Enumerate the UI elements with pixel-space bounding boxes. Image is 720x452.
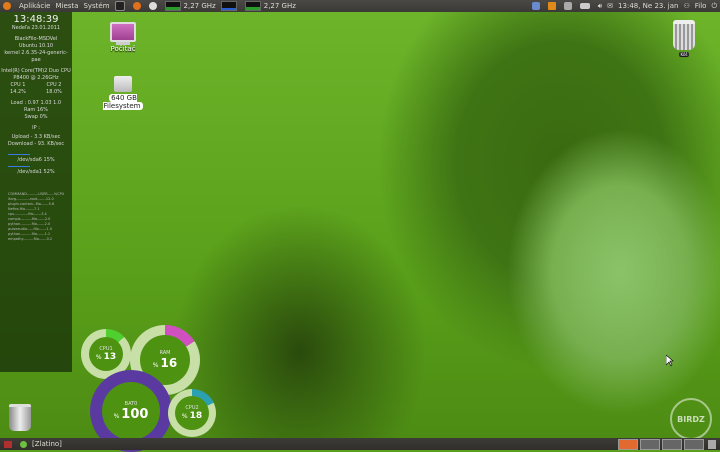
filesystem-desktop-icon[interactable]: 640 GB Filesystem: [90, 76, 156, 110]
menu-applications[interactable]: Aplikácie: [19, 2, 50, 10]
vlc-icon[interactable]: [547, 2, 559, 10]
cpu-freq-2[interactable]: 2,27 GHz: [244, 1, 296, 11]
battery-icon[interactable]: [579, 3, 593, 9]
conky-cpu1-label: CPU 1: [10, 82, 26, 88]
taskbar-window-button[interactable]: [Zlatino]: [32, 440, 62, 448]
window-app-icon: [20, 440, 27, 448]
ubuntu-logo-icon[interactable]: [3, 2, 14, 10]
conky-ram: Ram 16%: [23, 107, 48, 113]
filesystem-label: 640 GB Filesystem: [103, 94, 143, 110]
conky-cpu-model2: P8400 @ 2.26GHz: [13, 75, 59, 81]
trash-label: Kôš: [678, 52, 690, 57]
workspace-3[interactable]: [662, 438, 682, 450]
trash-applet-icon[interactable]: [708, 439, 716, 449]
conky-cpu1-value: 14.2%: [10, 89, 26, 95]
cpu-freq-1-label: 2,27 GHz: [183, 2, 216, 10]
trash-desktop-icon[interactable]: Kôš: [668, 20, 700, 58]
bottom-panel: [Zlatino]: [0, 438, 720, 450]
firefox-launcher-icon[interactable]: [132, 2, 144, 10]
panel-clock[interactable]: 13:48, Ne 23. jan: [618, 2, 678, 10]
conky-swap: Swap 0%: [24, 114, 48, 120]
user-icon: ⚇: [683, 2, 690, 10]
cpu2-ring: CPU2 % 18: [168, 389, 216, 437]
cpu-graph-icon: [244, 1, 261, 11]
conky-panel: 13:48:39 Nedeľa 23.01.2011 BlackFilo-MSD…: [0, 12, 72, 372]
mouse-cursor-icon: [665, 354, 674, 369]
trash-full-icon: [673, 20, 695, 50]
conky-disk2: /dev/sda1 52%: [17, 169, 55, 175]
battery-ring-value: 100: [121, 406, 149, 422]
cpu2-ring-value: 18: [189, 411, 203, 421]
computer-desktop-icon[interactable]: Počítač: [104, 22, 142, 53]
conky-distro: Ubuntu 10.10: [18, 43, 54, 49]
envelope-icon[interactable]: ✉︎: [607, 2, 613, 10]
birdz-watermark: BIRDZ: [670, 398, 712, 440]
workspace-4[interactable]: [684, 438, 704, 450]
harddrive-icon: [114, 76, 132, 92]
chrome-launcher-icon[interactable]: [148, 2, 160, 10]
terminal-launcher-icon[interactable]: [114, 1, 128, 11]
conky-download: Download - 93. KB/sec: [7, 141, 65, 147]
disk1-bar: [8, 154, 30, 155]
conky-time: 13:48:39: [13, 14, 59, 25]
conky-cpu2-value: 18.0%: [46, 89, 62, 95]
trash-empty-icon[interactable]: [9, 404, 31, 431]
network-graph-icon: [220, 1, 237, 11]
user-name[interactable]: Filo: [695, 2, 707, 10]
cpu1-ring-value: 13: [103, 352, 117, 362]
top-panel: Aplikácie Miesta Systém 2,27 GHz 2,27 GH…: [0, 0, 720, 12]
computer-label: Počítač: [110, 45, 136, 53]
percent-icon: %: [152, 362, 159, 369]
cpu-freq-2-label: 2,27 GHz: [263, 2, 296, 10]
workspace-2[interactable]: [640, 438, 660, 450]
power-icon[interactable]: ⏻: [711, 2, 717, 11]
conky-disk1: /dev/sda6 15%: [17, 157, 55, 163]
conky-cpu2-label: CPU 2: [46, 82, 62, 88]
show-desktop-icon[interactable]: [4, 440, 12, 448]
conky-load: Load : 0.97 1.03 1.0: [10, 100, 62, 106]
menu-places[interactable]: Miesta: [55, 2, 78, 10]
conky-ip: IP :: [32, 125, 40, 131]
conky-proc-row: empathy--------filo------0.2: [8, 237, 53, 241]
percent-icon: %: [95, 354, 102, 361]
mail-icon[interactable]: [563, 2, 575, 10]
volume-icon[interactable]: 🔊︎: [598, 2, 602, 11]
percent-icon: %: [113, 412, 120, 420]
conky-host: BlackFilo-MSDVel: [14, 36, 58, 42]
conky-upload: Upload - 3.3 KB/sec: [11, 134, 61, 140]
conky-cpu-model: Intel(R) Core(TM)2 Duo CPU: [1, 68, 71, 74]
cpu-graph-icon: [164, 1, 181, 11]
conky-date: Nedeľa 23.01.2011: [11, 25, 61, 31]
monitor-icon: [110, 22, 136, 42]
conky-kernel: kernel 2.6.35-24-generic-pae: [4, 50, 68, 63]
percent-icon: %: [181, 413, 188, 420]
ram-ring-value: 16: [160, 356, 178, 370]
network-monitor[interactable]: [220, 1, 240, 11]
disk2-bar: [8, 166, 30, 167]
menu-system[interactable]: Systém: [83, 2, 109, 10]
workspace-1[interactable]: [618, 438, 638, 450]
screen-icon[interactable]: [531, 2, 543, 10]
cpu-freq-1[interactable]: 2,27 GHz: [164, 1, 216, 11]
